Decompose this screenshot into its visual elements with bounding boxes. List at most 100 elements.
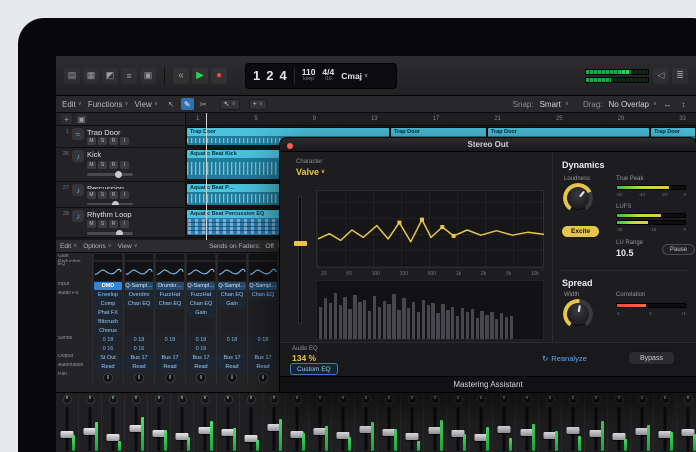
eq-thumbnail[interactable] bbox=[218, 262, 246, 281]
playhead[interactable] bbox=[206, 113, 207, 240]
mixer-pan-knob[interactable] bbox=[614, 395, 624, 404]
audio-fx-slot[interactable]: Overdriv bbox=[125, 291, 153, 299]
mixer-channel-strip[interactable] bbox=[378, 393, 401, 452]
track-header[interactable]: 27 ♪ Percussion M S R I bbox=[56, 182, 186, 207]
output-slot[interactable]: Bus 17 bbox=[187, 354, 215, 362]
automation-slot[interactable]: Read bbox=[187, 363, 215, 371]
pan-knob[interactable] bbox=[227, 373, 237, 383]
drag-value[interactable]: No Overlap bbox=[609, 100, 649, 109]
mixer-channel-strip[interactable] bbox=[539, 393, 562, 452]
audio-fx-slot[interactable] bbox=[156, 318, 184, 326]
mixer-pan-knob[interactable] bbox=[637, 395, 647, 404]
mixer-pan-knob[interactable] bbox=[430, 395, 440, 404]
eq-thumbnail[interactable] bbox=[125, 262, 153, 281]
audio-fx-slot[interactable]: Gain bbox=[187, 309, 215, 317]
send-slot[interactable]: 0 16 bbox=[187, 345, 215, 353]
automation-slot[interactable]: Read bbox=[218, 363, 246, 371]
editors-icon[interactable]: ≡ bbox=[121, 67, 137, 84]
eq-amount-slider[interactable] bbox=[294, 196, 307, 324]
mixer-channel-strip[interactable] bbox=[332, 393, 355, 452]
track-s-button[interactable]: S bbox=[98, 137, 107, 145]
track-s-button[interactable]: S bbox=[98, 161, 107, 169]
audio-fx-slot[interactable]: Chan EQ bbox=[187, 300, 215, 308]
output-slot[interactable]: Bus 17 bbox=[218, 354, 246, 362]
audio-fx-slot[interactable] bbox=[156, 327, 184, 335]
send-slot[interactable]: 0 18 bbox=[187, 336, 215, 344]
send-slot[interactable]: 0 18 bbox=[94, 336, 122, 344]
ruler-bar-number[interactable]: 17 bbox=[433, 116, 440, 122]
send-slot[interactable]: 0 18 bbox=[218, 336, 246, 344]
mixer-pan-knob[interactable] bbox=[338, 395, 348, 404]
reanalyze-button[interactable]: ↻ Reanalyze bbox=[542, 354, 587, 363]
mixer-pan-knob[interactable] bbox=[223, 395, 233, 404]
ruler-bar-number[interactable]: 21 bbox=[494, 116, 501, 122]
track-volume-slider[interactable] bbox=[87, 230, 133, 235]
width-knob[interactable] bbox=[566, 302, 590, 326]
audio-fx-slot[interactable]: Chorus bbox=[94, 327, 122, 335]
mixer-channel-strip[interactable] bbox=[263, 393, 286, 452]
ruler-bar-number[interactable]: 25 bbox=[556, 116, 563, 122]
audio-fx-slot[interactable]: Chan EQ bbox=[218, 291, 246, 299]
pan-knob[interactable] bbox=[196, 373, 206, 383]
mixer-pan-knob[interactable] bbox=[85, 395, 95, 404]
audio-fx-slot[interactable]: FuzzHat bbox=[156, 291, 184, 299]
audio-fx-slot[interactable]: Phat FX bbox=[94, 309, 122, 317]
track-s-button[interactable]: S bbox=[98, 220, 107, 229]
fader-cap[interactable] bbox=[405, 433, 419, 441]
lcd-time-signature[interactable]: 4/4 /16 bbox=[322, 68, 334, 82]
pan-knob[interactable] bbox=[134, 373, 144, 383]
play-icon[interactable]: ▶ bbox=[192, 67, 208, 84]
mixer-channel-strip[interactable] bbox=[493, 393, 516, 452]
automation-slot[interactable]: Read bbox=[249, 363, 277, 371]
automation-slot[interactable]: Read bbox=[94, 363, 122, 371]
mixer-channel-strip[interactable] bbox=[677, 393, 696, 452]
audio-fx-slot[interactable] bbox=[125, 309, 153, 317]
menu-edit[interactable]: Edit ∨ bbox=[62, 100, 82, 109]
zoom-horizontal-icon[interactable]: ↔ bbox=[661, 98, 674, 110]
fader-cap[interactable] bbox=[106, 433, 120, 441]
send-slot[interactable] bbox=[156, 345, 184, 353]
track-header[interactable]: 26 ♪ Kick M S R I bbox=[56, 148, 186, 181]
pointer-tool-icon[interactable]: ↖ bbox=[165, 98, 178, 110]
menu-view[interactable]: View ∨ bbox=[135, 100, 158, 109]
send-slot[interactable]: 0 18 bbox=[249, 336, 277, 344]
inspector-menu-options[interactable]: Options ∨ bbox=[83, 243, 111, 250]
track-m-button[interactable]: M bbox=[87, 161, 96, 169]
audio-fx-slot[interactable]: FuzzHat bbox=[187, 291, 215, 299]
mixer-pan-knob[interactable] bbox=[200, 395, 210, 404]
inspector-menu-edit[interactable]: Edit ∨ bbox=[60, 243, 77, 250]
mixer-channel-strip[interactable] bbox=[79, 393, 102, 452]
left-click-tool-menu[interactable]: ↖ ∨ bbox=[219, 98, 240, 110]
mixer-channel-strip[interactable] bbox=[286, 393, 309, 452]
audio-fx-slot[interactable] bbox=[249, 327, 277, 335]
ruler-bar-number[interactable]: 9 bbox=[313, 116, 316, 122]
bar-ruler[interactable]: 1 5 9 13 17 21 25 29 33 bbox=[186, 113, 696, 126]
send-slot[interactable]: 0 16 bbox=[94, 345, 122, 353]
lcd-tempo[interactable]: 110 keep bbox=[302, 68, 316, 82]
mixer-channel-strip[interactable] bbox=[148, 393, 171, 452]
audio-fx-slot[interactable] bbox=[156, 309, 184, 317]
mixer-pan-knob[interactable] bbox=[62, 395, 72, 404]
mixer-pan-knob[interactable] bbox=[683, 395, 693, 404]
mixer-pan-knob[interactable] bbox=[154, 395, 164, 404]
eq-thumbnail[interactable] bbox=[187, 262, 215, 281]
slider-cap[interactable] bbox=[294, 241, 307, 247]
track-volume-slider[interactable] bbox=[87, 201, 133, 205]
character-select[interactable]: Valve ∨ bbox=[296, 167, 325, 177]
audio-fx-slot[interactable]: Chan EQ bbox=[125, 300, 153, 308]
mixer-pan-knob[interactable] bbox=[246, 395, 256, 404]
inspector-menu-view[interactable]: View ∨ bbox=[118, 243, 138, 250]
mixer-pan-knob[interactable] bbox=[476, 395, 486, 404]
mixer-channel-strip[interactable] bbox=[447, 393, 470, 452]
mixer-pan-knob[interactable] bbox=[499, 395, 509, 404]
mixer-channel-strip[interactable] bbox=[424, 393, 447, 452]
mixer-channel-strip[interactable] bbox=[562, 393, 585, 452]
ruler-bar-number[interactable]: 33 bbox=[679, 116, 686, 122]
mixer-channel-strip[interactable] bbox=[102, 393, 125, 452]
bypass-button[interactable]: Bypass bbox=[628, 351, 675, 365]
mixer-channel-strip[interactable] bbox=[608, 393, 631, 452]
mixer-pan-knob[interactable] bbox=[591, 395, 601, 404]
audio-fx-slot[interactable]: Comp bbox=[94, 300, 122, 308]
pan-knob[interactable] bbox=[258, 373, 268, 383]
mixer-icon[interactable]: ▦ bbox=[83, 67, 99, 84]
